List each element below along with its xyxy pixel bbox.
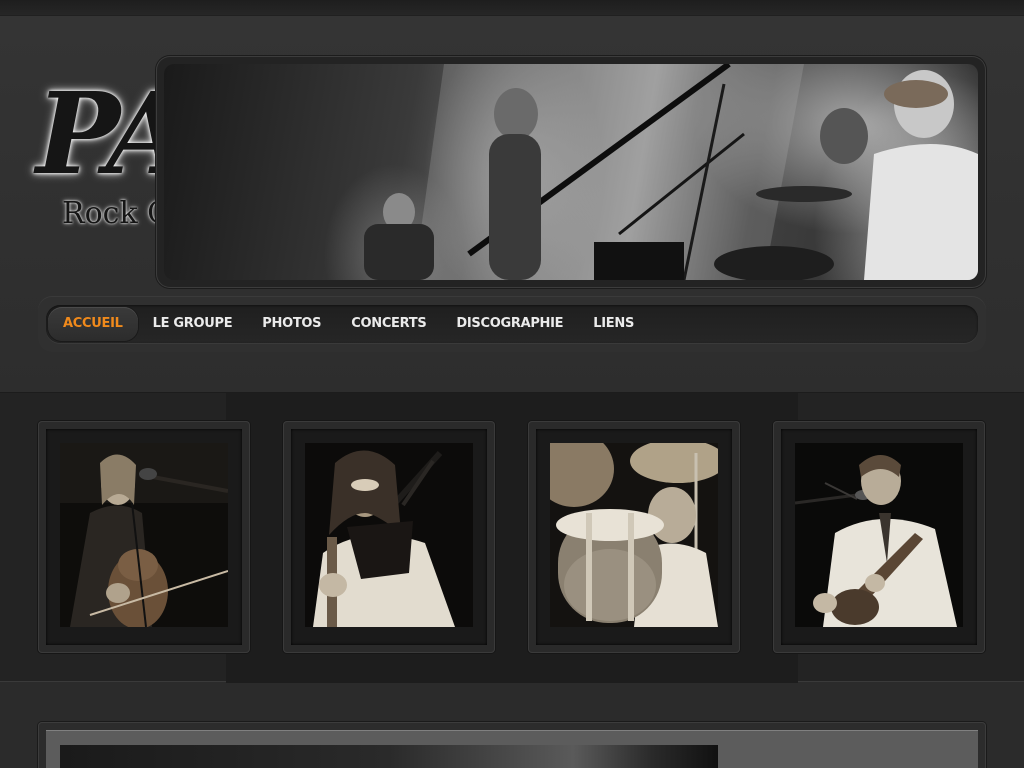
gallery-item-guitarist[interactable]: [773, 421, 985, 653]
thumb-inner: [781, 429, 977, 645]
content-frame: [38, 722, 986, 768]
nav-item-concerts[interactable]: CONCERTS: [336, 307, 441, 341]
banner-image: [164, 64, 978, 280]
top-bar: [0, 0, 1024, 16]
gallery-item-drummer[interactable]: [528, 421, 740, 653]
main-nav: ACCUEIL LE GROUPE PHOTOS CONCERTS DISCOG…: [46, 305, 978, 343]
gallery-item-cellist[interactable]: [38, 421, 250, 653]
banner-frame: [156, 56, 986, 288]
bagpiper-photo[interactable]: [305, 443, 473, 627]
nav-item-liens[interactable]: LIENS: [578, 307, 649, 341]
nav-item-discographie[interactable]: DISCOGRAPHIE: [441, 307, 578, 341]
content-panel: [46, 730, 978, 768]
thumb-inner: [536, 429, 732, 645]
thumb-inner: [46, 429, 242, 645]
cellist-photo[interactable]: [60, 443, 228, 627]
nav-item-accueil[interactable]: ACCUEIL: [48, 307, 138, 341]
drummer-photo[interactable]: [550, 443, 718, 627]
gallery: [0, 392, 1024, 683]
guitarist-singer-photo[interactable]: [795, 443, 963, 627]
nav-item-photos[interactable]: PHOTOS: [247, 307, 336, 341]
main-nav-container: ACCUEIL LE GROUPE PHOTOS CONCERTS DISCOG…: [38, 296, 986, 352]
gallery-item-bagpiper[interactable]: [283, 421, 495, 653]
nav-item-le-groupe[interactable]: LE GROUPE: [138, 307, 248, 341]
stage-photo: [60, 745, 718, 768]
thumb-inner: [291, 429, 487, 645]
